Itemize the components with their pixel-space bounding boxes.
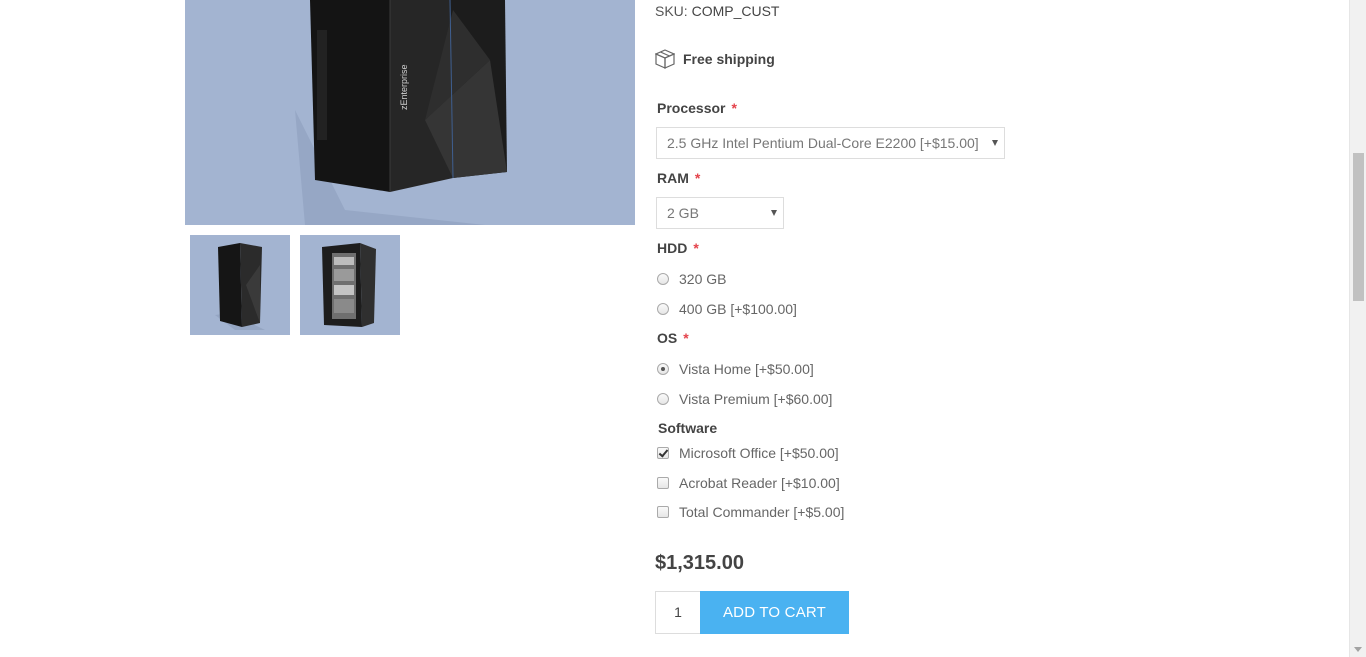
- software-label: Software: [658, 420, 717, 436]
- software-option-label: Acrobat Reader [+$10.00]: [679, 475, 840, 491]
- required-mark: *: [694, 170, 701, 186]
- os-option-label: Vista Premium [+$60.00]: [679, 391, 833, 407]
- radio-button[interactable]: [657, 303, 669, 315]
- product-thumbnail-2[interactable]: [300, 235, 400, 335]
- hdd-option-label: 400 GB [+$100.00]: [679, 301, 797, 317]
- ram-select[interactable]: 2 GB: [656, 197, 784, 229]
- required-mark: *: [731, 100, 737, 116]
- os-option-vista-premium[interactable]: Vista Premium [+$60.00]: [657, 391, 832, 407]
- required-mark: *: [693, 240, 699, 256]
- scrollbar-thumb[interactable]: [1353, 153, 1364, 301]
- chevron-down-icon: [771, 210, 777, 216]
- package-box-icon: [655, 49, 675, 69]
- sku-value: COMP_CUST: [691, 3, 780, 19]
- radio-button-selected[interactable]: [657, 363, 669, 375]
- chevron-down-icon: [992, 140, 998, 146]
- os-label-text: OS: [657, 330, 678, 346]
- processor-label: Processor *: [657, 100, 737, 116]
- software-option-acrobat-reader[interactable]: Acrobat Reader [+$10.00]: [657, 475, 840, 491]
- software-option-total-commander[interactable]: Total Commander [+$5.00]: [657, 504, 844, 520]
- hdd-label: HDD *: [657, 240, 699, 256]
- checkbox[interactable]: [657, 506, 669, 518]
- os-option-label: Vista Home [+$50.00]: [679, 361, 814, 377]
- add-to-cart-button[interactable]: ADD TO CART: [700, 591, 849, 634]
- checkbox-checked[interactable]: [657, 447, 669, 459]
- processor-select[interactable]: 2.5 GHz Intel Pentium Dual-Core E2200 [+…: [656, 127, 1005, 159]
- ram-label-text: RAM: [657, 170, 689, 186]
- required-mark: *: [683, 330, 689, 346]
- scroll-down-arrow-icon[interactable]: [1354, 647, 1362, 652]
- checkbox[interactable]: [657, 477, 669, 489]
- hdd-option-400gb[interactable]: 400 GB [+$100.00]: [657, 301, 797, 317]
- software-option-label: Total Commander [+$5.00]: [679, 504, 845, 520]
- server-tower-open-image: [322, 243, 376, 327]
- hdd-option-label: 320 GB: [679, 271, 727, 287]
- hdd-label-text: HDD: [657, 240, 688, 256]
- product-price: $1,315.00: [655, 552, 744, 574]
- software-label-text: Software: [658, 420, 718, 436]
- processor-selected-value: 2.5 GHz Intel Pentium Dual-Core E2200 [+…: [667, 135, 979, 151]
- sku-label: SKU:: [655, 3, 688, 19]
- product-main-picture[interactable]: zEnterprise: [185, 0, 635, 225]
- radio-button[interactable]: [657, 273, 669, 285]
- ram-label: RAM *: [657, 170, 700, 186]
- free-shipping: Free shipping: [655, 49, 775, 69]
- software-option-label: Microsoft Office [+$50.00]: [679, 445, 839, 461]
- os-option-vista-home[interactable]: Vista Home [+$50.00]: [657, 361, 814, 377]
- processor-label-text: Processor: [657, 100, 726, 116]
- hdd-option-320gb[interactable]: 320 GB: [657, 271, 726, 287]
- os-label: OS *: [657, 330, 689, 346]
- svg-text:zEnterprise: zEnterprise: [399, 64, 409, 110]
- product-sku: SKU: COMP_CUST: [655, 3, 779, 19]
- server-tower-image: zEnterprise: [295, 0, 507, 225]
- server-tower-closed-image: [215, 243, 265, 330]
- software-option-microsoft-office[interactable]: Microsoft Office [+$50.00]: [657, 445, 839, 461]
- free-shipping-text: Free shipping: [683, 51, 775, 67]
- quantity-input[interactable]: 1: [655, 591, 700, 634]
- ram-selected-value: 2 GB: [667, 205, 699, 221]
- product-thumbnail-1[interactable]: [190, 235, 290, 335]
- page-scrollbar[interactable]: [1349, 0, 1366, 657]
- radio-button[interactable]: [657, 393, 669, 405]
